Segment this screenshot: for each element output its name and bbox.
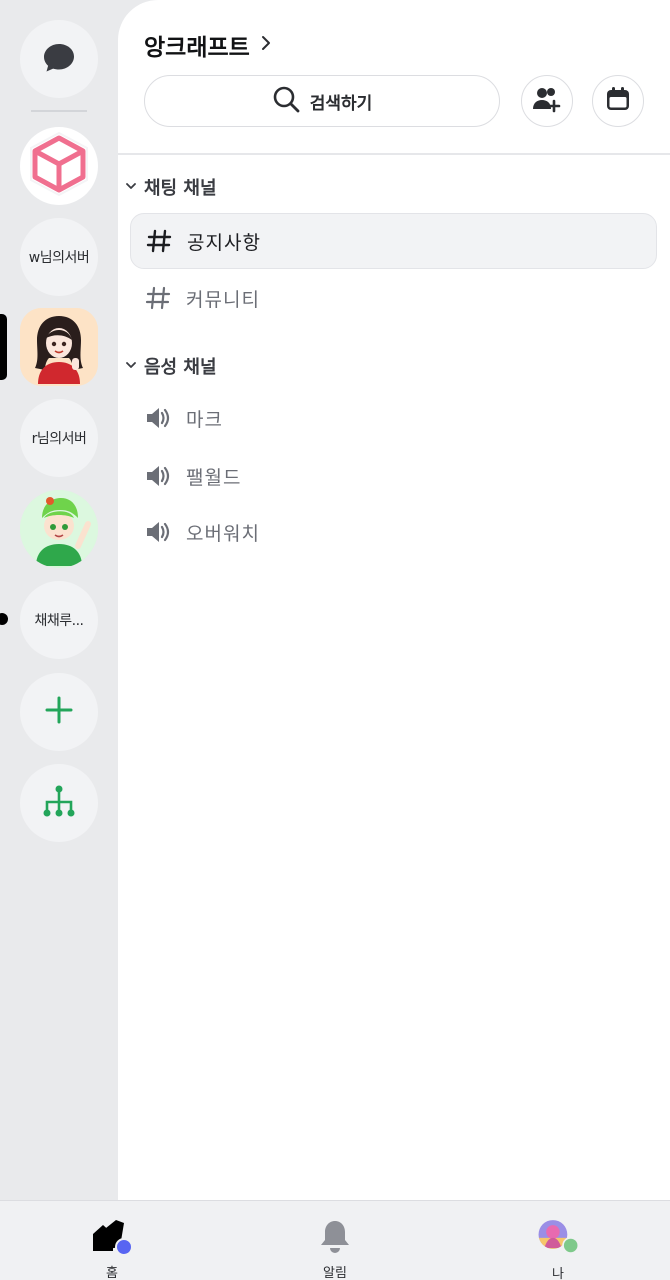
channel-community[interactable]: 커뮤니티 <box>130 270 657 326</box>
hierarchy-icon <box>41 783 77 823</box>
chevron-down-icon <box>124 178 138 197</box>
user-avatar-icon <box>536 1217 580 1257</box>
channel-label: 팰월드 <box>186 466 242 489</box>
invite-members-button[interactable] <box>521 75 573 127</box>
speaker-icon <box>144 518 172 546</box>
voice-channel-overwatch[interactable]: 오버워치 <box>130 504 657 560</box>
nav-notifications[interactable]: 알림 <box>275 1201 395 1280</box>
chevron-down-icon <box>124 357 138 376</box>
bell-icon <box>313 1217 357 1256</box>
rail-separator <box>31 110 87 112</box>
unread-indicator <box>0 613 8 625</box>
hash-icon <box>145 227 173 255</box>
channel-label: 공지사항 <box>187 231 261 254</box>
server-header[interactable]: 앙크래프트 <box>144 28 272 62</box>
voice-channel-palworld[interactable]: 팰월드 <box>130 448 657 504</box>
channel-label: 커뮤니티 <box>186 288 260 311</box>
voice-channel-minecraft[interactable]: 마크 <box>130 390 657 446</box>
server-cube[interactable] <box>20 127 98 205</box>
server-rail: w님의서버 r님의서버 채채루... <box>0 0 118 1200</box>
home-icon <box>90 1217 134 1256</box>
category-voice-channels[interactable]: 음성 채널 <box>124 353 217 379</box>
selected-server-indicator <box>0 314 7 380</box>
channel-label: 마크 <box>186 408 223 431</box>
category-label: 채팅 채널 <box>144 178 217 199</box>
search-button[interactable]: 검색하기 <box>144 75 500 127</box>
channel-notice[interactable]: 공지사항 <box>130 213 657 269</box>
channel-panel: 앙크래프트 검색하기 채팅 채널 공지사항 커뮤니티 음성 채널 마크 팰월드 … <box>118 0 670 1200</box>
server-w[interactable]: w님의서버 <box>20 218 98 296</box>
calendar-icon <box>604 85 632 117</box>
cube-icon <box>22 127 96 205</box>
add-server-button[interactable] <box>20 673 98 751</box>
search-label: 검색하기 <box>309 93 373 114</box>
channel-label: 오버워치 <box>186 522 260 545</box>
server-avatar-girl[interactable] <box>20 308 98 386</box>
server-r[interactable]: r님의서버 <box>20 399 98 477</box>
plus-icon <box>44 695 74 729</box>
server-avatar-green[interactable] <box>20 490 98 568</box>
chevron-right-icon <box>260 35 272 55</box>
speaker-icon <box>144 462 172 490</box>
server-r-label: r님의서버 <box>31 431 87 447</box>
explore-servers-button[interactable] <box>20 764 98 842</box>
nav-home[interactable]: 홈 <box>52 1201 172 1280</box>
speaker-icon <box>144 404 172 432</box>
header-divider <box>118 153 670 155</box>
server-title: 앙크래프트 <box>144 35 250 61</box>
nav-profile-label: 나 <box>552 1267 564 1280</box>
nav-home-label: 홈 <box>106 1266 118 1280</box>
add-user-icon <box>532 84 562 118</box>
direct-messages-button[interactable] <box>20 20 98 98</box>
nav-notifications-label: 알림 <box>323 1266 347 1280</box>
chat-bubble-icon <box>41 39 77 79</box>
green-character-avatar-icon <box>20 490 98 568</box>
search-icon <box>272 85 300 117</box>
bottom-nav: 홈 알림 나 <box>0 1200 670 1280</box>
girl-avatar-icon <box>20 308 98 386</box>
events-button[interactable] <box>592 75 644 127</box>
server-chaechae[interactable]: 채채루... <box>20 581 98 659</box>
server-chaechae-label: 채채루... <box>34 613 85 629</box>
category-text-channels[interactable]: 채팅 채널 <box>124 174 217 200</box>
category-label: 음성 채널 <box>144 357 217 378</box>
hash-icon <box>144 284 172 312</box>
nav-profile[interactable]: 나 <box>498 1201 618 1280</box>
server-w-label: w님의서버 <box>28 250 90 266</box>
